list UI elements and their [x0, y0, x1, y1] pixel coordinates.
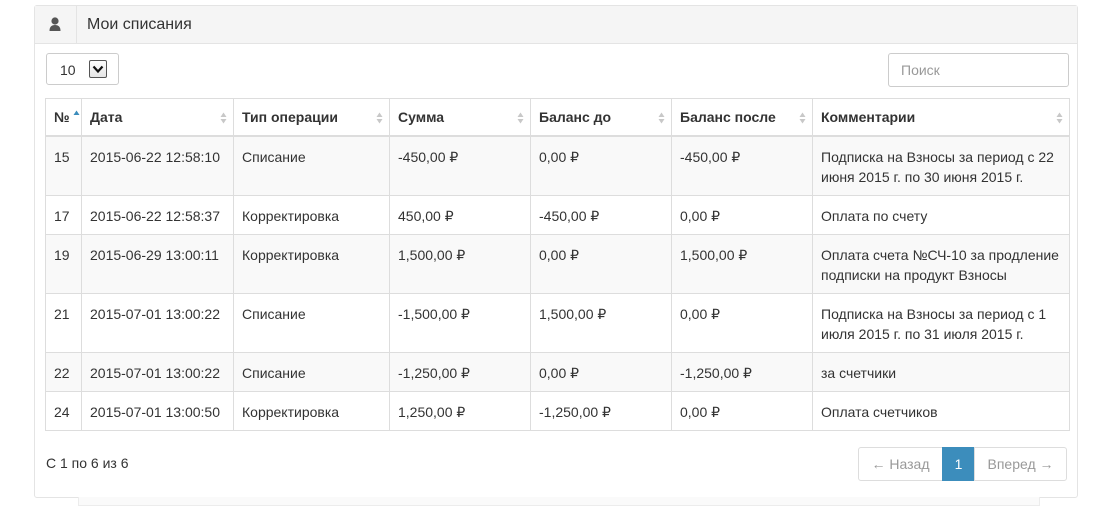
table-cell: 0,00 ₽	[671, 293, 813, 353]
sort-icon	[799, 112, 806, 124]
table-cell: -450,00 ₽	[530, 195, 672, 235]
sort-icon	[658, 112, 665, 124]
table-body: 15 2015-06-22 12:58:10 Списание -450,00 ₽0,…	[45, 135, 1070, 431]
sort-icon	[220, 112, 227, 124]
table-cell: 1,500,00 ₽	[671, 234, 813, 294]
sort-icon	[376, 112, 383, 124]
page-1-button[interactable]: 1	[942, 447, 975, 481]
table-info: С 1 по 6 из 6	[46, 455, 129, 471]
table-cell: -1,250,00 ₽	[389, 352, 531, 392]
table-row: 22 2015-07-01 13:00:22 Списание -1,250,00 ₽…	[45, 352, 1070, 392]
table-cell: -1,500,00 ₽	[389, 293, 531, 353]
table-cell: 2015-07-01 13:00:50	[81, 391, 234, 431]
chevron-down-icon[interactable]	[89, 60, 107, 78]
table-cell: Списание	[233, 352, 390, 392]
table-cell: 1,500,00 ₽	[389, 234, 531, 294]
page-length-value: 10	[60, 62, 76, 78]
column-header[interactable]: Баланс до	[530, 98, 672, 137]
table-cell: 0,00 ₽	[530, 234, 672, 294]
sort-icon	[1056, 112, 1063, 124]
table-cell: Оплата счета №СЧ-10 за продление подписк…	[812, 234, 1070, 294]
column-header[interactable]: Комментарии	[812, 98, 1070, 137]
table-cell: 2015-07-01 13:00:22	[81, 293, 234, 353]
column-header-label: Баланс до	[539, 109, 612, 125]
table-cell: -1,250,00 ₽	[530, 391, 672, 431]
table-cell: 450,00 ₽	[389, 195, 531, 235]
panel-title: Мои списания	[87, 16, 192, 33]
table-cell: 17	[45, 195, 82, 235]
table-cell: 0,00 ₽	[530, 352, 672, 392]
page-length-select[interactable]: 10	[46, 53, 119, 85]
table-cell: 1,250,00 ₽	[389, 391, 531, 431]
column-header-label: Комментарии	[821, 109, 916, 125]
table-cell: 0,00 ₽	[530, 135, 672, 196]
column-header[interactable]: Сумма	[389, 98, 531, 137]
table-cell: 2015-06-22 12:58:37	[81, 195, 234, 235]
column-header-label: Тип операции	[242, 109, 338, 125]
next-page-button[interactable]: Вперед →	[974, 447, 1067, 481]
table-cell: 2015-06-22 12:58:10	[81, 135, 234, 196]
user-icon	[35, 6, 77, 43]
column-header-label: Баланс после	[680, 109, 776, 125]
table-cell: Списание	[233, 293, 390, 353]
table-row: 17 2015-06-22 12:58:37 Корректировка 450,00…	[45, 195, 1070, 235]
table-cell: 15	[45, 135, 82, 196]
transactions-table: № Дата Тип операции Сумма Баланс до Баланс по…	[45, 98, 1070, 431]
table-cell: 2015-07-01 13:00:22	[81, 352, 234, 392]
table-cell: -1,250,00 ₽	[671, 352, 813, 392]
search-input[interactable]	[888, 53, 1069, 87]
panel-heading: Мои списания	[35, 6, 1077, 44]
column-header[interactable]: Тип операции	[233, 98, 390, 137]
table-row: 19 2015-06-29 13:00:11 Корректировка 1,500,…	[45, 234, 1070, 294]
table-row: 21 2015-07-01 13:00:22 Списание -1,500,00 ₽…	[45, 293, 1070, 353]
previous-page-button[interactable]: ← Назад	[858, 447, 943, 481]
sort-icon	[517, 112, 524, 124]
table-cell: 1,500,00 ₽	[530, 293, 672, 353]
table-cell: Оплата счетчиков	[812, 391, 1070, 431]
table-cell: 0,00 ₽	[671, 195, 813, 235]
column-header-label: №	[54, 109, 70, 125]
table-row: 15 2015-06-22 12:58:10 Списание -450,00 ₽0,…	[45, 135, 1070, 196]
table-cell: Списание	[233, 135, 390, 196]
table-header-row: № Дата Тип операции Сумма Баланс до Баланс по…	[45, 98, 1070, 137]
table-cell: Подписка на Взносы за период с 1 июля 20…	[812, 293, 1070, 353]
column-header-label: Дата	[90, 109, 123, 125]
table-cell: 24	[45, 391, 82, 431]
table-row: 24 2015-07-01 13:00:50 Корректировка 1,250,…	[45, 391, 1070, 431]
sort-ascending-icon	[73, 110, 80, 115]
table-cell: 2015-06-29 13:00:11	[81, 234, 234, 294]
table-cell: Корректировка	[233, 234, 390, 294]
table-cell: Оплата по счету	[812, 195, 1070, 235]
table-cell: Корректировка	[233, 195, 390, 235]
table-cell: 22	[45, 352, 82, 392]
column-header-label: Сумма	[398, 109, 445, 125]
column-header[interactable]: №	[45, 98, 82, 137]
panel-shadow	[78, 497, 1040, 506]
column-header[interactable]: Баланс после	[671, 98, 813, 137]
table-cell: Подписка на Взносы за период с 22 июня 2…	[812, 135, 1070, 196]
table-cell: 0,00 ₽	[671, 391, 813, 431]
transactions-panel: Мои списания 10 № Дата Тип операции Сумма Ба…	[34, 5, 1078, 498]
table-cell: за счетчики	[812, 352, 1070, 392]
table-cell: 19	[45, 234, 82, 294]
table-cell: 21	[45, 293, 82, 353]
table-cell: -450,00 ₽	[389, 135, 531, 196]
table-cell: -450,00 ₽	[671, 135, 813, 196]
column-header[interactable]: Дата	[81, 98, 234, 137]
table-cell: Корректировка	[233, 391, 390, 431]
